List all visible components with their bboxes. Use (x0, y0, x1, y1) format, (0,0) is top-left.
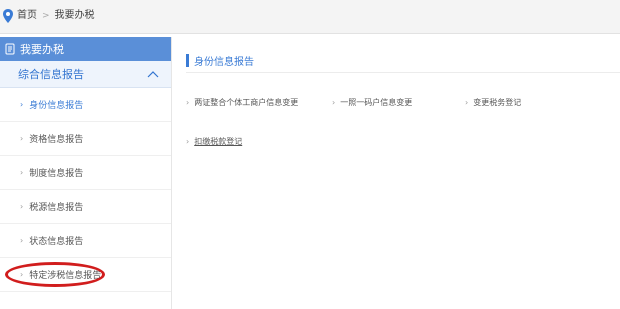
chevron-up-icon[interactable] (147, 70, 159, 78)
breadcrumb: 首页 > 我要办税 (2, 9, 95, 23)
link-label: 一照一码户信息变更 (340, 98, 413, 107)
bullet-icon: › (186, 98, 190, 107)
breadcrumb-current: 我要办税 (54, 10, 95, 21)
link-label: 扣缴税款登记 (194, 137, 243, 146)
main-panel: 身份信息报告 › 两证整合个体工商户信息变更 › 一照一码户信息变更 › 变更税… (177, 37, 620, 309)
bullet-icon: › (20, 100, 24, 109)
breadcrumb-separator: > (42, 11, 50, 21)
sidebar-item-label: 状态信息报告 (29, 237, 84, 247)
section-title: 身份信息报告 (186, 53, 254, 68)
title-accent-bar (186, 54, 189, 67)
bullet-icon: › (20, 168, 24, 177)
bullet-icon: › (332, 98, 336, 107)
sidebar-header-label: 我要办税 (20, 43, 64, 56)
highlight-circle (5, 262, 105, 287)
location-pin-icon (3, 9, 13, 23)
sidebar-item-status-report[interactable]: › 状态信息报告 (0, 224, 171, 258)
link-individual-business-change[interactable]: › 两证整合个体工商户信息变更 (186, 97, 298, 108)
bullet-icon: › (20, 202, 24, 211)
sidebar-header[interactable]: 我要办税 (0, 37, 171, 61)
breadcrumb-home[interactable]: 首页 (17, 9, 37, 23)
document-icon (5, 43, 15, 55)
bullet-icon: › (186, 137, 190, 146)
link-tax-registration-change[interactable]: › 变更税务登记 (465, 97, 521, 108)
sidebar-item-tax-source-report[interactable]: › 税源信息报告 (0, 190, 171, 224)
sidebar-item-label: 身份信息报告 (29, 101, 84, 111)
sidebar-item-system-report[interactable]: › 制度信息报告 (0, 156, 171, 190)
bullet-icon: › (465, 98, 469, 107)
sidebar-group-label: 综合信息报告 (18, 68, 84, 81)
link-label: 两证整合个体工商户信息变更 (194, 98, 299, 107)
bullet-icon: › (20, 236, 24, 245)
divider (186, 72, 620, 73)
sidebar-item-label: 资格信息报告 (29, 135, 84, 145)
sidebar-item-identity-report[interactable]: › 身份信息报告 (0, 88, 171, 122)
sidebar-group-comprehensive-report[interactable]: 综合信息报告 (0, 61, 171, 88)
sidebar-item-label: 制度信息报告 (29, 169, 84, 179)
sidebar-item-label: 税源信息报告 (29, 203, 84, 213)
sidebar: 我要办税 综合信息报告 › 身份信息报告 › 资格信息报告 › 制度信息报告 ›… (0, 37, 172, 309)
section-title-text: 身份信息报告 (194, 57, 254, 68)
link-unified-code-change[interactable]: › 一照一码户信息变更 (332, 97, 412, 108)
sidebar-item-specific-tax-report[interactable]: › 特定涉税信息报告 (0, 258, 171, 292)
top-bar: 首页 > 我要办税 (0, 0, 620, 34)
sidebar-item-qualification-report[interactable]: › 资格信息报告 (0, 122, 171, 156)
link-label: 变更税务登记 (473, 98, 522, 107)
link-withholding-registration[interactable]: › 扣缴税款登记 (186, 136, 242, 147)
bullet-icon: › (20, 134, 24, 143)
